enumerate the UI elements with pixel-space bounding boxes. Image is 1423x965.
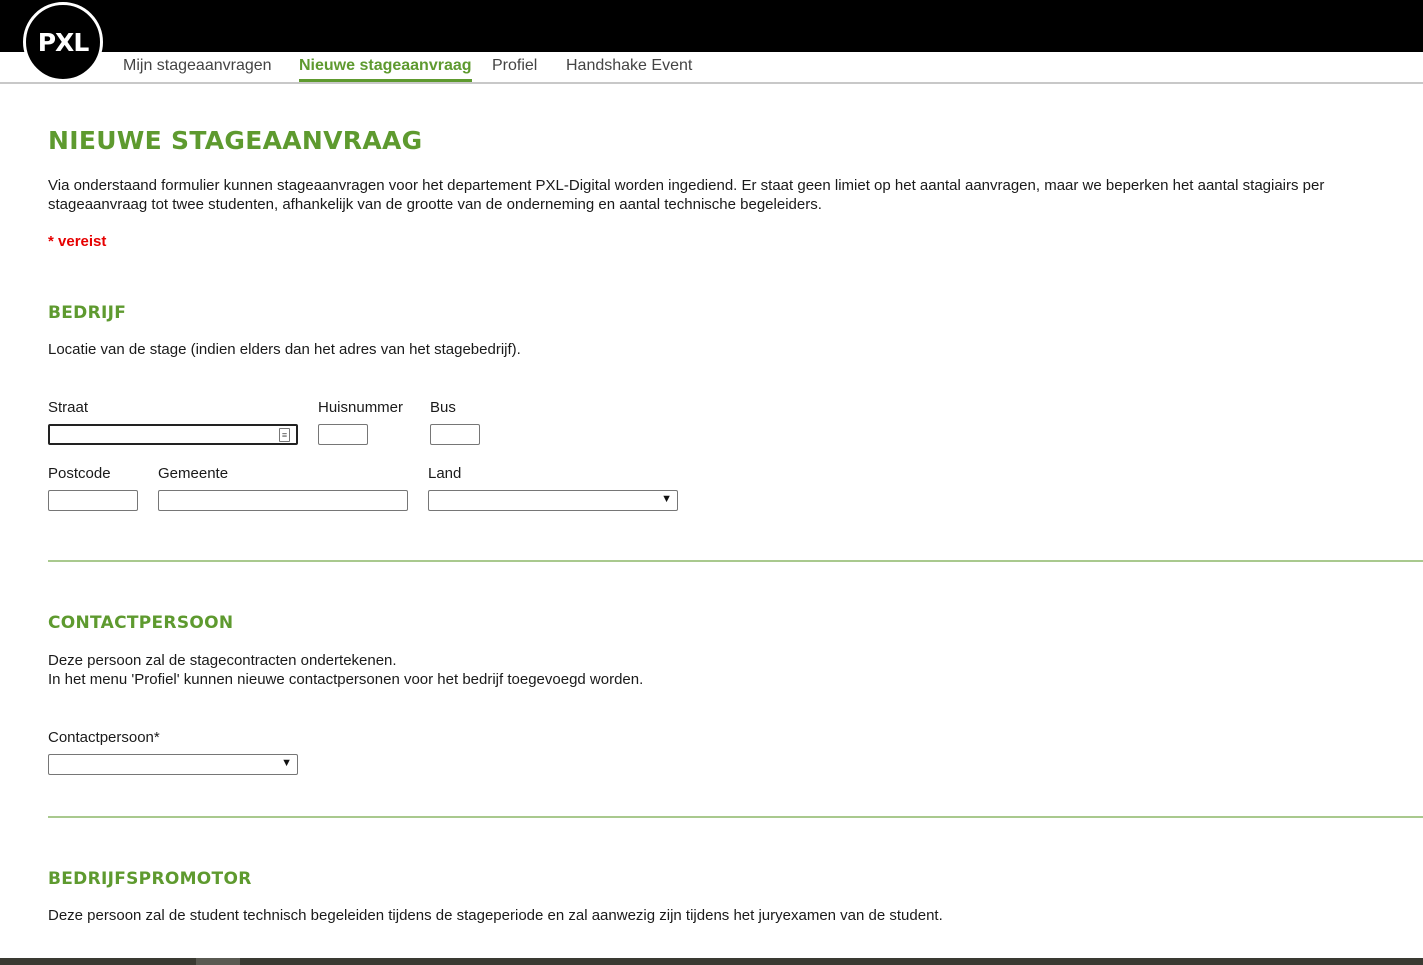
intro-text: Via onderstaand formulier kunnen stageaa… bbox=[48, 177, 1325, 213]
horizontal-scrollbar[interactable] bbox=[0, 958, 1423, 965]
nav-item-handshake-event[interactable]: Handshake Event bbox=[566, 57, 692, 79]
straat-input[interactable]: ≡ bbox=[48, 424, 298, 445]
huisnummer-input[interactable] bbox=[318, 424, 368, 445]
scrollbar-thumb[interactable] bbox=[196, 958, 240, 965]
nav-item-nieuwe-stageaanvraag[interactable]: Nieuwe stageaanvraag bbox=[299, 57, 472, 82]
gemeente-input[interactable] bbox=[158, 490, 408, 511]
bus-label: Bus bbox=[430, 399, 456, 416]
section-title-bedrijf: BEDRIJF bbox=[48, 303, 127, 323]
nav-item-profiel[interactable]: Profiel bbox=[492, 57, 537, 79]
land-select[interactable]: ▼ bbox=[428, 490, 678, 511]
bus-input[interactable] bbox=[430, 424, 480, 445]
page-title: NIEUWE STAGEAANVRAAG bbox=[48, 126, 423, 155]
contactpersoon-description-line1: Deze persoon zal de stagecontracten onde… bbox=[48, 652, 397, 669]
bedrijfspromotor-description: Deze persoon zal de student technisch be… bbox=[48, 907, 943, 924]
section-title-bedrijfspromotor: BEDRIJFSPROMOTOR bbox=[48, 869, 252, 889]
section-divider bbox=[48, 560, 1423, 562]
straat-label: Straat bbox=[48, 399, 89, 416]
autofill-contact-icon[interactable]: ≡ bbox=[279, 428, 290, 442]
pxl-logo[interactable]: PXL bbox=[23, 2, 103, 82]
pxl-logo-text: PXL bbox=[37, 27, 90, 57]
bedrijf-description: Locatie van de stage (indien elders dan … bbox=[48, 341, 521, 358]
chevron-down-icon: ▼ bbox=[281, 757, 292, 769]
required-note: * vereist bbox=[48, 233, 107, 250]
contactpersoon-description-line2: In het menu 'Profiel' kunnen nieuwe cont… bbox=[48, 671, 644, 688]
contactpersoon-select[interactable]: ▼ bbox=[48, 754, 298, 775]
contactpersoon-label: Contactpersoon* bbox=[48, 729, 160, 746]
section-divider bbox=[48, 816, 1423, 818]
section-title-contactpersoon: CONTACTPERSOON bbox=[48, 613, 234, 633]
nav-item-mijn-stageaanvragen[interactable]: Mijn stageaanvragen bbox=[123, 57, 272, 79]
postcode-input[interactable] bbox=[48, 490, 138, 511]
top-header-bar bbox=[0, 0, 1423, 52]
gemeente-label: Gemeente bbox=[158, 465, 229, 482]
postcode-label: Postcode bbox=[48, 465, 111, 482]
chevron-down-icon: ▼ bbox=[661, 493, 672, 505]
main-navigation: Mijn stageaanvragen Nieuwe stageaanvraag… bbox=[0, 52, 1423, 84]
land-label: Land bbox=[428, 465, 462, 482]
huisnummer-label: Huisnummer bbox=[318, 399, 404, 416]
